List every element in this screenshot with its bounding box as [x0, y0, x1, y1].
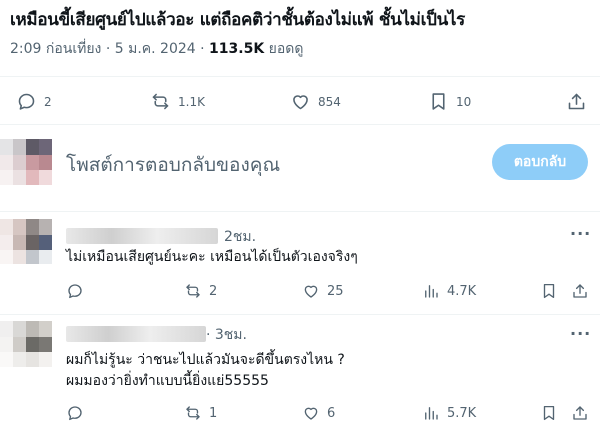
reply-icon: [68, 284, 82, 299]
like-action[interactable]: 6: [302, 404, 335, 422]
post-views: 113.5K: [209, 41, 265, 57]
post-time[interactable]: 2:09 ก่อนเที่ยง · 5 ม.ค. 2024 ·: [10, 41, 205, 57]
reply-submit-button[interactable]: ตอบกลับ: [492, 144, 588, 180]
bookmark-icon: [543, 283, 555, 299]
divider: [0, 211, 600, 212]
more-options-button[interactable]: ···: [570, 324, 591, 343]
avatar[interactable]: [0, 321, 52, 367]
reply-author-name[interactable]: [66, 326, 206, 342]
post-meta: 2:09 ก่อนเที่ยง · 5 ม.ค. 2024 · 113.5K ย…: [10, 38, 303, 60]
repost-action[interactable]: 2: [184, 282, 217, 300]
like-count: 25: [327, 283, 344, 299]
bookmark-icon: [432, 93, 445, 110]
reply-text-line2: ผมมองว่ายิ่งทำแบบนี้ยิ่งแย่55555: [66, 373, 269, 389]
heart-icon: [304, 407, 318, 420]
share-action[interactable]: [571, 404, 589, 422]
reply-author-name[interactable]: [66, 228, 218, 244]
analytics-icon: [425, 407, 438, 420]
reply-icon: [68, 406, 82, 421]
reply-text: ไม่เหมือนเสียศูนย์นะคะ เหมือนได้เป็นตัวเ…: [66, 249, 358, 265]
my-avatar[interactable]: [0, 139, 52, 185]
reply-time[interactable]: 2ชม.: [224, 226, 256, 248]
post-views-label: ยอดดู: [268, 41, 304, 57]
reply-icon: [18, 93, 35, 110]
like-count: 6: [327, 405, 336, 421]
heart-icon: [293, 95, 308, 110]
share-icon: [573, 284, 587, 298]
like-count: 854: [318, 94, 341, 109]
repost-count: 1.1K: [178, 94, 205, 109]
like-action[interactable]: 854: [290, 91, 341, 112]
repost-action[interactable]: 1.1K: [150, 91, 205, 112]
share-action[interactable]: [571, 282, 589, 300]
bookmark-count: 10: [456, 94, 472, 109]
views-count: 5.7K: [447, 405, 477, 421]
reply-time[interactable]: · 3ชม.: [206, 324, 247, 346]
views-action[interactable]: 5.7K: [422, 404, 476, 422]
more-options-button[interactable]: ···: [570, 224, 591, 243]
divider: [0, 76, 600, 77]
share-action[interactable]: [566, 91, 587, 112]
reply-action[interactable]: 2: [16, 91, 52, 112]
bookmark-action[interactable]: [540, 282, 558, 300]
avatar[interactable]: [0, 219, 52, 264]
repost-count: 2: [209, 283, 218, 299]
views-action[interactable]: 4.7K: [422, 282, 476, 300]
repost-icon: [152, 93, 169, 110]
repost-icon: [186, 284, 200, 298]
bookmark-action[interactable]: [540, 404, 558, 422]
heart-icon: [304, 285, 318, 298]
divider: [0, 314, 600, 315]
analytics-icon: [425, 285, 438, 298]
divider: [0, 124, 600, 125]
reply-action[interactable]: [66, 282, 84, 300]
reply-action[interactable]: [66, 404, 84, 422]
share-icon: [573, 406, 587, 420]
bookmark-action[interactable]: 10: [428, 91, 471, 112]
repost-icon: [186, 406, 200, 420]
repost-action[interactable]: 1: [184, 404, 217, 422]
reply-text-line1: ผมก็ไม่รู้นะ ว่าชนะไปแล้วมันจะดีขึ้นตรงไ…: [66, 352, 345, 368]
reply-composer-input[interactable]: โพสต์การตอบกลับของคุณ: [66, 150, 280, 180]
bookmark-icon: [543, 405, 555, 421]
share-icon: [568, 93, 585, 110]
views-count: 4.7K: [447, 283, 477, 299]
post-text: เหมือนขี้เสียศูนย์ไปแล้วอะ แต่ถือคติว่าช…: [10, 10, 465, 30]
reply-count: 2: [44, 94, 52, 109]
like-action[interactable]: 25: [302, 282, 344, 300]
repost-count: 1: [209, 405, 218, 421]
